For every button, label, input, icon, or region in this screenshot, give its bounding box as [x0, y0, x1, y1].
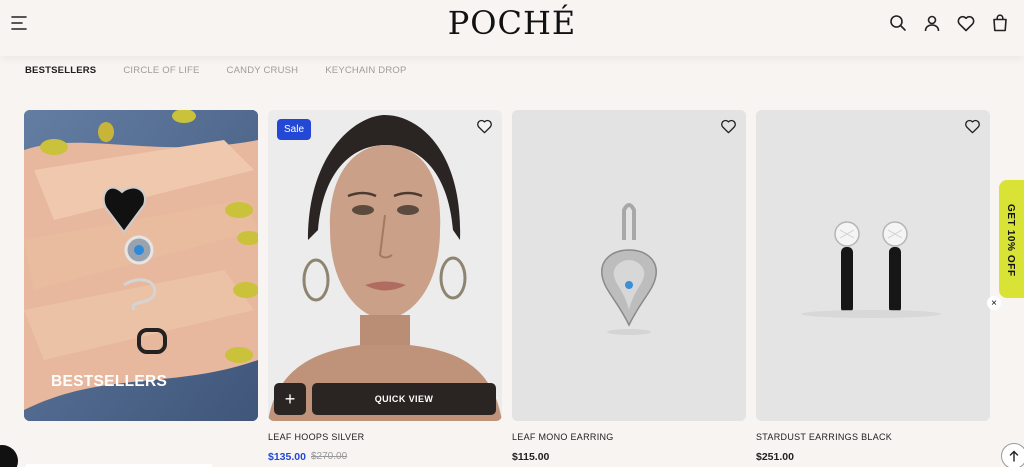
close-offer-button[interactable]: ×: [987, 296, 1001, 310]
scroll-to-top-button[interactable]: [1001, 443, 1024, 467]
tab-keychain-drop[interactable]: KEYCHAIN DROP: [325, 65, 406, 76]
heart-icon[interactable]: [956, 13, 976, 33]
product-name[interactable]: LEAF MONO EARRING: [512, 432, 614, 442]
bestsellers-promo-card[interactable]: BESTSELLERS: [24, 110, 258, 421]
product-name[interactable]: STARDUST EARRINGS BLACK: [756, 432, 892, 442]
leaf-mono-earring-image: [512, 110, 746, 421]
product-name[interactable]: LEAF HOOPS SILVER: [268, 432, 364, 442]
product-card-leaf-mono[interactable]: [512, 110, 746, 421]
add-to-cart-button[interactable]: +: [274, 383, 306, 415]
header-actions: [888, 13, 1010, 33]
model-wearing-hoops-image: [268, 110, 502, 421]
product-card-stardust[interactable]: [756, 110, 990, 421]
product-original-price: $270.00: [311, 451, 348, 462]
product-card-leaf-hoops[interactable]: Sale + QUICK VIEW: [268, 110, 502, 421]
wishlist-heart-icon[interactable]: [964, 119, 981, 134]
sale-badge: Sale: [277, 119, 312, 140]
tab-candy-crush[interactable]: CANDY CRUSH: [227, 65, 299, 76]
collection-tabs: BESTSELLERS CIRCLE OF LIFE CANDY CRUSH K…: [25, 65, 407, 76]
quick-view-button[interactable]: QUICK VIEW: [312, 383, 496, 415]
product-sale-price: $135.00: [268, 451, 306, 463]
tab-bestsellers[interactable]: BESTSELLERS: [25, 65, 96, 76]
site-header: POCHÉ: [0, 0, 1024, 56]
discount-offer-tab[interactable]: GET 10% OFF: [999, 180, 1024, 298]
tab-circle-of-life[interactable]: CIRCLE OF LIFE: [123, 65, 199, 76]
wishlist-heart-icon[interactable]: [476, 119, 493, 134]
brand-logo[interactable]: POCHÉ: [0, 4, 1024, 42]
bag-icon[interactable]: [990, 13, 1010, 33]
promo-label: BESTSELLERS: [51, 373, 168, 390]
search-icon[interactable]: [888, 13, 908, 33]
wishlist-heart-icon[interactable]: [720, 119, 737, 134]
product-price: $251.00: [756, 451, 794, 463]
discount-offer-label: GET 10% OFF: [1005, 204, 1016, 277]
arrow-up-icon: [1009, 450, 1019, 462]
account-icon[interactable]: [922, 13, 942, 33]
stardust-earrings-image: [756, 110, 990, 421]
chat-widget-button[interactable]: [0, 445, 18, 467]
product-price: $115.00: [512, 451, 550, 463]
